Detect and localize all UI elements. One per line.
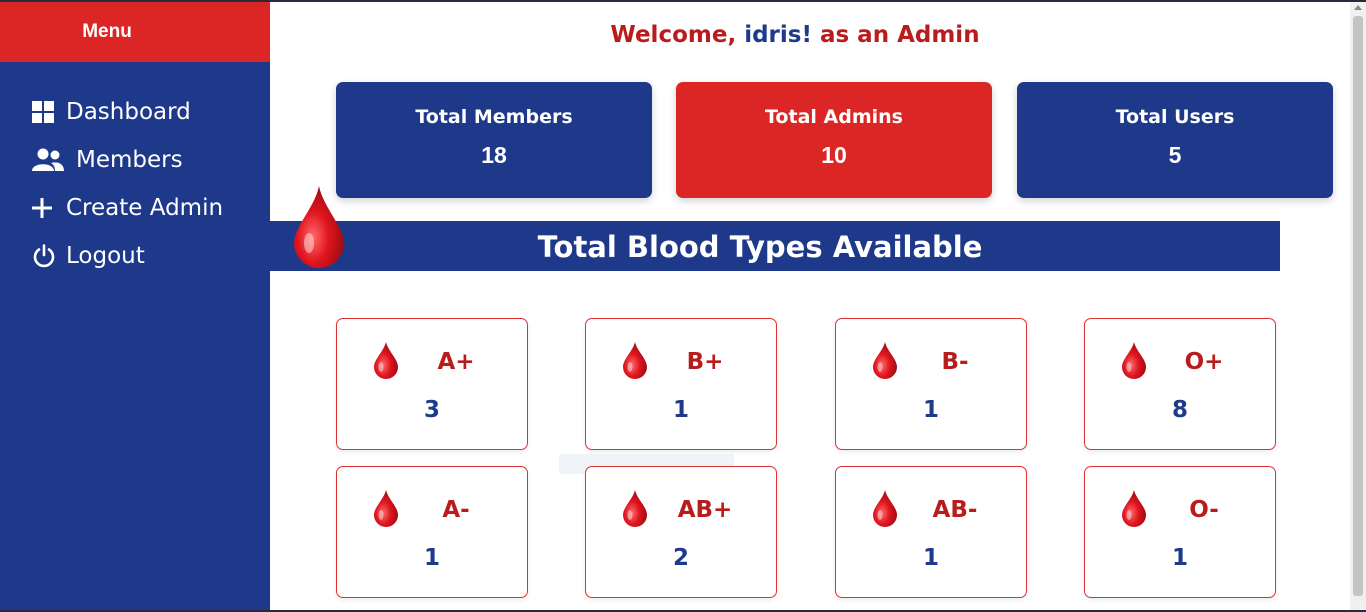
stat-label: Total Members (415, 105, 573, 128)
sidebar-item-label: Dashboard (66, 99, 191, 125)
banner-title: Total Blood Types Available (537, 230, 983, 264)
sidebar-item-label: Members (76, 147, 183, 173)
blood-type-label: B- (941, 349, 969, 375)
welcome-prefix: Welcome, (610, 22, 745, 48)
stat-card-total-members: Total Members 18 (336, 82, 652, 198)
grid-icon (32, 98, 60, 126)
blood-type-card: AB+ 2 (585, 466, 777, 598)
scroll-up-arrow-icon[interactable] (1354, 5, 1362, 10)
stat-value: 18 (481, 141, 507, 168)
sidebar-item-label: Create Admin (66, 195, 224, 221)
vertical-scrollbar[interactable] (1350, 2, 1366, 610)
blood-type-label: AB+ (677, 497, 733, 523)
blood-type-count: 3 (423, 397, 440, 423)
blood-types-banner: Total Blood Types Available (270, 186, 1280, 271)
blood-type-count: 2 (672, 545, 689, 571)
welcome-message: Welcome, idris! as an Admin (270, 22, 1320, 48)
power-icon (32, 242, 60, 270)
blood-type-card: B- 1 (835, 318, 1027, 450)
blood-type-label: AB- (932, 497, 978, 523)
blood-type-label: B+ (686, 349, 724, 375)
plus-icon (32, 194, 60, 222)
stat-card-total-admins: Total Admins 10 (676, 82, 992, 198)
sidebar-item-dashboard[interactable]: Dashboard (0, 88, 270, 136)
blood-type-card: A+ 3 (336, 318, 528, 450)
sidebar-item-create-admin[interactable]: Create Admin (0, 184, 270, 232)
blood-type-count: 8 (1171, 397, 1188, 423)
users-icon (32, 146, 70, 174)
stat-label: Total Admins (765, 105, 903, 128)
blood-type-label: A+ (437, 349, 475, 375)
main-content: Welcome, idris! as an Admin Total Member… (270, 2, 1350, 610)
blood-type-card: O+ 8 (1084, 318, 1276, 450)
blood-type-card: A- 1 (336, 466, 528, 598)
stat-value: 10 (821, 141, 847, 168)
sidebar: Menu Dashboard Members Create Admin Logo… (0, 2, 270, 610)
blood-type-count: 1 (423, 545, 440, 571)
blood-type-count: 1 (672, 397, 689, 423)
welcome-username: idris! (744, 22, 812, 48)
blood-type-card: AB- 1 (835, 466, 1027, 598)
scrollbar-thumb[interactable] (1353, 16, 1363, 596)
sidebar-nav: Dashboard Members Create Admin Logout (0, 62, 270, 280)
blood-type-label: A- (442, 497, 470, 523)
stat-value: 5 (1168, 141, 1182, 168)
sidebar-item-members[interactable]: Members (0, 136, 270, 184)
menu-header: Menu (0, 2, 270, 62)
sidebar-item-label: Logout (66, 243, 145, 269)
blood-type-label: O- (1189, 497, 1219, 523)
blood-type-count: 1 (922, 397, 939, 423)
blood-type-card: B+ 1 (585, 318, 777, 450)
welcome-suffix: as an Admin (811, 22, 980, 48)
blood-type-label: O+ (1184, 349, 1224, 375)
stat-label: Total Users (1115, 105, 1235, 128)
sidebar-item-logout[interactable]: Logout (0, 232, 270, 280)
blood-type-count: 1 (1171, 545, 1188, 571)
stat-card-total-users: Total Users 5 (1017, 82, 1333, 198)
blood-type-count: 1 (922, 545, 939, 571)
blood-type-card: O- 1 (1084, 466, 1276, 598)
